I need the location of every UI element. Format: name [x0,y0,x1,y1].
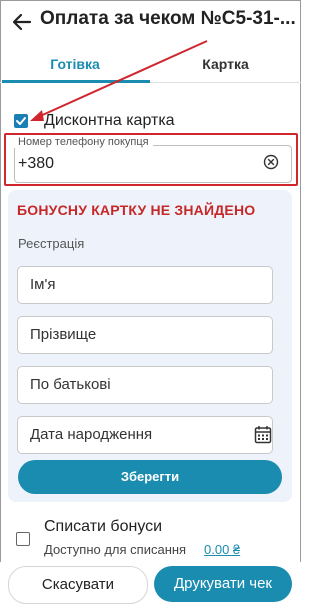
phone-input-value[interactable]: +380 [18,155,54,173]
birth-date-placeholder: Дата народження [30,426,153,443]
middle-name-input[interactable]: По батькові [17,366,273,404]
save-button[interactable]: Зберегти [18,460,282,494]
clear-icon[interactable] [263,154,279,170]
available-value-link[interactable]: 0.00 ₴ [204,542,240,557]
write-off-bonus-checkbox[interactable] [16,532,30,546]
write-off-bonus-label[interactable]: Списати бонуси [44,518,162,536]
cancel-button[interactable]: Скасувати [8,566,148,604]
phone-field-label: Номер телефону покупця [14,136,153,148]
middle-name-placeholder: По батькові [30,376,111,393]
last-name-placeholder: Прізвище [30,326,97,343]
first-name-placeholder: Ім'я [30,276,56,293]
print-receipt-button[interactable]: Друкувати чек [154,566,292,602]
phone-input[interactable] [14,145,292,183]
birth-date-input[interactable]: Дата народження [17,416,273,454]
last-name-input[interactable]: Прізвище [17,316,273,354]
registration-label: Реєстрація [18,236,85,251]
first-name-input[interactable]: Ім'я [17,266,273,304]
available-label: Доступно для списання [44,542,187,557]
calendar-icon[interactable] [254,425,272,444]
not-found-message: БОНУСНУ КАРТКУ НЕ ЗНАЙДЕНО [17,202,256,218]
